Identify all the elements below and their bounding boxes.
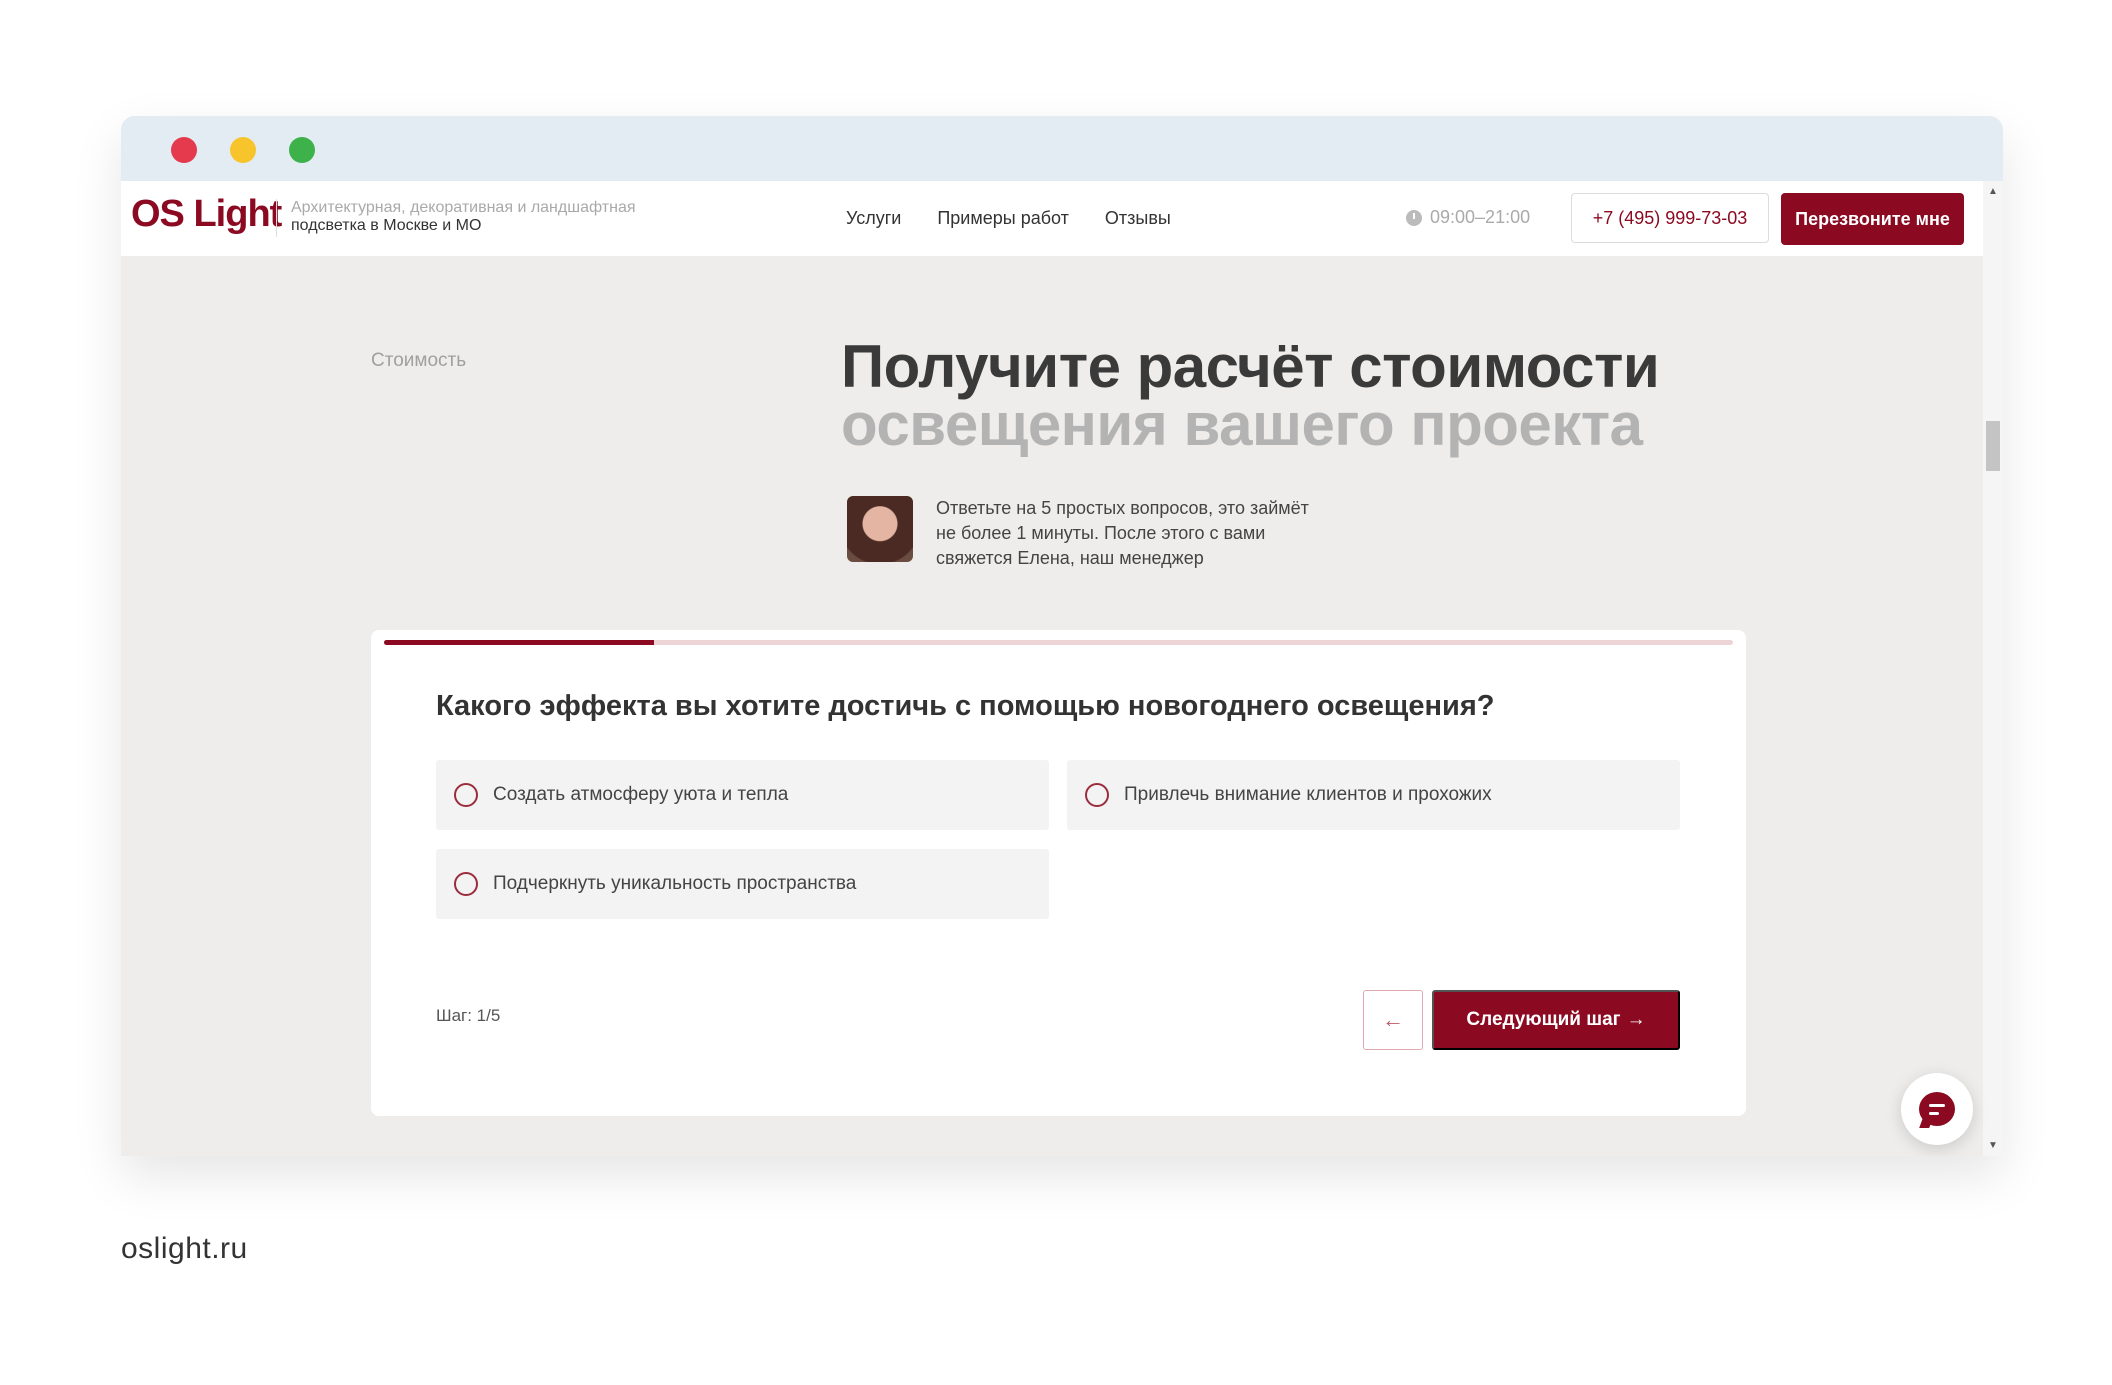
option-label: Подчеркнуть уникальность пространства bbox=[493, 873, 857, 894]
callback-button[interactable]: Перезвоните мне bbox=[1781, 193, 1964, 245]
quiz-option-uniqueness[interactable]: Подчеркнуть уникальность пространства bbox=[436, 849, 1049, 919]
quiz-option-coziness[interactable]: Создать атмосферу уюта и тепла bbox=[436, 760, 1049, 830]
page-title: Получите расчёт стоимости освещения ваше… bbox=[841, 333, 1660, 458]
scrollbar-thumb[interactable] bbox=[1986, 421, 2000, 471]
tagline-dark: подсветка в Москве и МО bbox=[291, 217, 482, 234]
phone-button[interactable]: +7 (495) 999-73-03 bbox=[1571, 193, 1769, 243]
logo[interactable]: OS Light bbox=[131, 193, 282, 236]
chat-line bbox=[1929, 1111, 1939, 1115]
quiz-progress-bar bbox=[384, 640, 1733, 645]
section-label: Стоимость bbox=[371, 350, 467, 371]
main-nav: Услуги Примеры работ Отзывы bbox=[846, 208, 1171, 229]
chat-button[interactable] bbox=[1901, 1073, 1973, 1145]
arrow-left-icon: ← bbox=[1382, 1007, 1404, 1032]
site-url: oslight.ru bbox=[121, 1232, 248, 1265]
intro-text: Ответьте на 5 простых вопросов, это займ… bbox=[936, 498, 1309, 568]
chat-line bbox=[1929, 1103, 1945, 1107]
option-label: Привлечь внимание клиентов и прохожих bbox=[1124, 784, 1492, 805]
nav-item-reviews[interactable]: Отзывы bbox=[1105, 208, 1171, 229]
next-step-label: Следующий шаг bbox=[1466, 1009, 1621, 1030]
chat-icon bbox=[1919, 1092, 1955, 1126]
manager-avatar bbox=[847, 496, 913, 562]
site-header: OS Light Архитектурная, декоративная и л… bbox=[121, 181, 1983, 256]
logo-divider bbox=[276, 199, 277, 237]
quiz-option-attention[interactable]: Привлечь внимание клиентов и прохожих bbox=[1067, 760, 1680, 830]
title-line-1: Получите расчёт стоимости bbox=[841, 333, 1660, 400]
title-line-2: освещения вашего проекта bbox=[841, 391, 1643, 458]
radio-icon[interactable] bbox=[454, 783, 478, 807]
hours-text: 09:00–21:00 bbox=[1430, 207, 1531, 227]
option-label: Создать атмосферу уюта и тепла bbox=[493, 784, 789, 805]
working-hours: 09:00–21:00 bbox=[1406, 207, 1530, 228]
radio-icon[interactable] bbox=[454, 872, 478, 896]
close-window-dot[interactable] bbox=[171, 137, 197, 163]
quiz-progress-fill bbox=[384, 640, 654, 645]
maximize-window-dot[interactable] bbox=[289, 137, 315, 163]
next-step-button[interactable]: Следующий шаг → bbox=[1432, 990, 1680, 1050]
radio-icon[interactable] bbox=[1085, 783, 1109, 807]
scroll-down-icon[interactable]: ▼ bbox=[1988, 1140, 1998, 1151]
browser-window: OS Light Архитектурная, декоративная и л… bbox=[121, 116, 2003, 1156]
tagline-light: Архитектурная, декоративная и ландшафтна… bbox=[291, 199, 636, 216]
scroll-up-icon[interactable]: ▲ bbox=[1988, 186, 1998, 197]
back-button[interactable]: ← bbox=[1363, 990, 1423, 1050]
clock-icon bbox=[1406, 209, 1422, 226]
arrow-right-icon: → bbox=[1626, 1009, 1646, 1030]
tagline: Архитектурная, декоративная и ландшафтна… bbox=[291, 199, 651, 235]
minimize-window-dot[interactable] bbox=[230, 137, 256, 163]
window-titlebar bbox=[121, 116, 2003, 181]
nav-item-services[interactable]: Услуги bbox=[846, 208, 901, 229]
quiz-step-counter: Шаг: 1/5 bbox=[436, 1006, 501, 1025]
scrollbar[interactable]: ▲ ▼ bbox=[1983, 181, 2003, 1156]
quiz-card: Какого эффекта вы хотите достичь с помощ… bbox=[371, 630, 1746, 1116]
quiz-question: Какого эффекта вы хотите достичь с помощ… bbox=[436, 690, 1495, 722]
nav-item-portfolio[interactable]: Примеры работ bbox=[937, 208, 1069, 229]
